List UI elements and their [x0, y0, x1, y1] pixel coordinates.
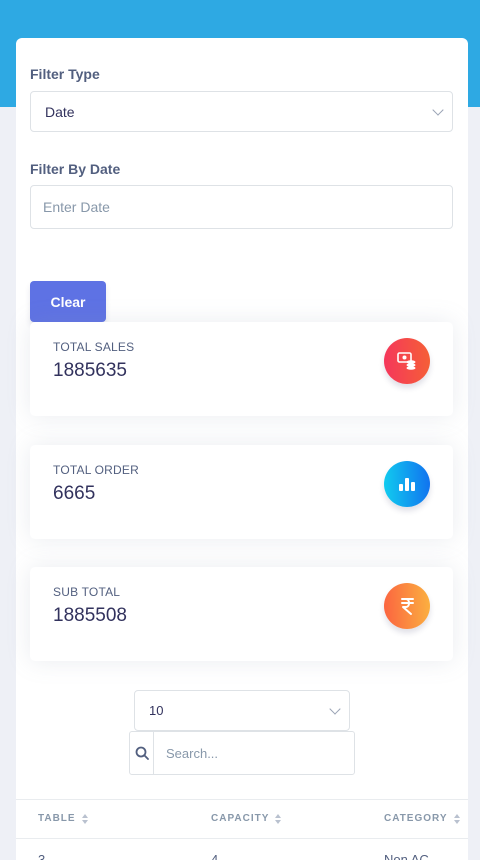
chevron-down-icon [329, 703, 341, 715]
stat-value: 6665 [53, 483, 96, 504]
table-cell-table: 3 [38, 852, 46, 860]
clear-button[interactable]: Clear [30, 281, 106, 322]
stat-value: 1885635 [53, 360, 127, 381]
search-input[interactable] [154, 732, 354, 774]
stat-card-sub-total: SUB TOTAL 1885508 [30, 567, 453, 661]
stat-title: TOTAL SALES [53, 340, 135, 354]
stat-card-total-order: TOTAL ORDER 6665 [30, 445, 453, 539]
sort-icon [453, 813, 460, 824]
table-cell-capacity: 4 [211, 852, 219, 860]
stat-value: 1885508 [53, 605, 127, 626]
filter-type-select[interactable]: Date [30, 91, 453, 132]
stat-title: TOTAL ORDER [53, 463, 139, 477]
rupee-icon [384, 583, 430, 629]
filter-type-label: Filter Type [30, 66, 100, 82]
table-cell-category: Non AC [384, 852, 429, 860]
stat-card-total-sales: TOTAL SALES 1885635 [30, 322, 453, 416]
sort-icon [81, 813, 88, 824]
filter-type-value: Date [45, 104, 75, 120]
money-coins-icon [384, 338, 430, 384]
filter-date-label: Filter By Date [30, 161, 121, 177]
column-header-category[interactable]: CATEGORY [384, 813, 460, 824]
column-header-capacity[interactable]: CAPACITY [211, 813, 282, 824]
bar-chart-icon [384, 461, 430, 507]
page-size-value: 10 [149, 703, 164, 718]
search-icon [130, 732, 154, 774]
table-search [129, 731, 355, 775]
table-header: TABLE CAPACITY CATEGORY [16, 799, 468, 839]
column-header-table[interactable]: TABLE [38, 813, 88, 824]
page-size-select[interactable]: 10 [134, 690, 350, 731]
chevron-down-icon [432, 104, 444, 116]
sort-icon [275, 813, 282, 824]
filter-date-input[interactable] [30, 185, 453, 229]
stat-title: SUB TOTAL [53, 585, 121, 599]
